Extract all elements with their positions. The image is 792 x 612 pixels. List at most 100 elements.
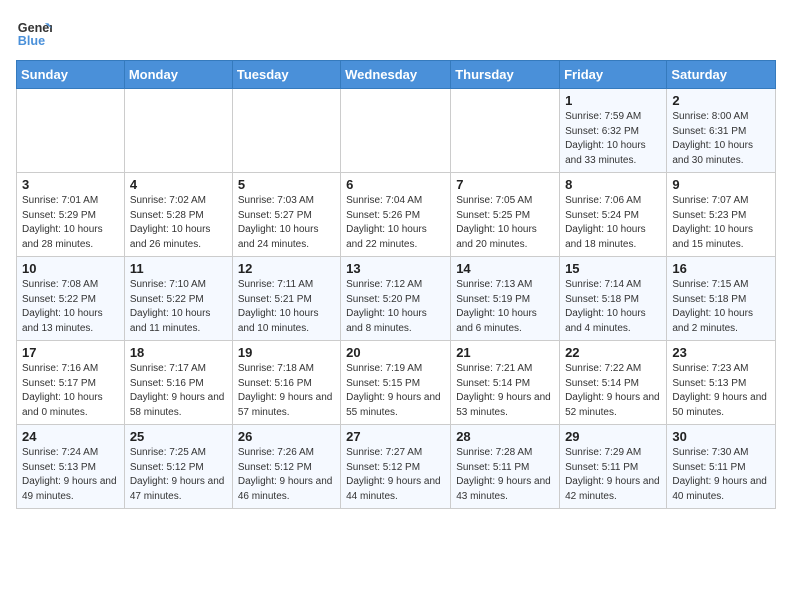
day-number: 3 (22, 177, 119, 192)
calendar-cell: 1 Sunrise: 7:59 AM Sunset: 6:32 PM Daylig… (560, 89, 667, 173)
day-info: Sunrise: 7:15 AM Sunset: 5:18 PM Dayligh… (672, 278, 770, 336)
calendar-cell: 22 Sunrise: 7:22 AM Sunset: 5:14 PM Dayli… (560, 341, 667, 425)
day-info: Sunrise: 8:00 AM Sunset: 6:31 PM Dayligh… (672, 110, 770, 168)
day-info: Sunrise: 7:06 AM Sunset: 5:24 PM Dayligh… (565, 194, 661, 252)
day-info: Sunrise: 7:10 AM Sunset: 5:22 PM Dayligh… (130, 278, 227, 336)
calendar: SundayMondayTuesdayWednesdayThursdayFrid… (16, 60, 776, 509)
calendar-cell (124, 89, 232, 173)
calendar-cell: 24 Sunrise: 7:24 AM Sunset: 5:13 PM Dayli… (17, 425, 125, 509)
day-number: 6 (346, 177, 445, 192)
calendar-cell: 8 Sunrise: 7:06 AM Sunset: 5:24 PM Daylig… (560, 173, 667, 257)
day-number: 11 (130, 261, 227, 276)
calendar-cell: 21Sunrise: 7:21 AM Sunset: 5:14 PM Dayli… (451, 341, 560, 425)
calendar-cell: 20 Sunrise: 7:19 AM Sunset: 5:15 PM Dayli… (341, 341, 451, 425)
day-number: 14 (456, 261, 554, 276)
calendar-cell: 10 Sunrise: 7:08 AM Sunset: 5:22 PM Dayli… (17, 257, 125, 341)
calendar-cell: 9Sunrise: 7:07 AM Sunset: 5:23 PM Daylig… (667, 173, 776, 257)
day-info: Sunrise: 7:04 AM Sunset: 5:26 PM Dayligh… (346, 194, 445, 252)
calendar-cell: 29 Sunrise: 7:29 AM Sunset: 5:11 PM Dayli… (560, 425, 667, 509)
calendar-cell: 30 Sunrise: 7:30 AM Sunset: 5:11 PM Dayli… (667, 425, 776, 509)
day-info: Sunrise: 7:12 AM Sunset: 5:20 PM Dayligh… (346, 278, 445, 336)
calendar-cell (341, 89, 451, 173)
logo: General Blue (16, 16, 52, 52)
day-info: Sunrise: 7:13 AM Sunset: 5:19 PM Dayligh… (456, 278, 554, 336)
day-info: Sunrise: 7:28 AM Sunset: 5:11 PM Dayligh… (456, 446, 554, 504)
day-number: 29 (565, 429, 661, 444)
day-number: 8 (565, 177, 661, 192)
calendar-cell: 18Sunrise: 7:17 AM Sunset: 5:16 PM Dayli… (124, 341, 232, 425)
day-info: Sunrise: 7:19 AM Sunset: 5:15 PM Dayligh… (346, 362, 445, 420)
day-number: 24 (22, 429, 119, 444)
logo-icon: General Blue (16, 16, 52, 52)
day-number: 4 (130, 177, 227, 192)
calendar-week-row: 1 Sunrise: 7:59 AM Sunset: 6:32 PM Daylig… (17, 89, 776, 173)
day-number: 16 (672, 261, 770, 276)
day-number: 27 (346, 429, 445, 444)
day-info: Sunrise: 7:30 AM Sunset: 5:11 PM Dayligh… (672, 446, 770, 504)
calendar-cell: 3 Sunrise: 7:01 AM Sunset: 5:29 PM Daylig… (17, 173, 125, 257)
header: General Blue (16, 16, 776, 52)
day-info: Sunrise: 7:03 AM Sunset: 5:27 PM Dayligh… (238, 194, 335, 252)
day-info: Sunrise: 7:08 AM Sunset: 5:22 PM Dayligh… (22, 278, 119, 336)
day-number: 10 (22, 261, 119, 276)
day-info: Sunrise: 7:27 AM Sunset: 5:12 PM Dayligh… (346, 446, 445, 504)
day-info: Sunrise: 7:59 AM Sunset: 6:32 PM Dayligh… (565, 110, 661, 168)
calendar-cell: 27 Sunrise: 7:27 AM Sunset: 5:12 PM Dayli… (341, 425, 451, 509)
day-of-week-header: Monday (124, 61, 232, 89)
day-number: 26 (238, 429, 335, 444)
day-number: 5 (238, 177, 335, 192)
calendar-week-row: 3 Sunrise: 7:01 AM Sunset: 5:29 PM Daylig… (17, 173, 776, 257)
calendar-cell: 16 Sunrise: 7:15 AM Sunset: 5:18 PM Dayli… (667, 257, 776, 341)
day-number: 19 (238, 345, 335, 360)
calendar-cell: 25Sunrise: 7:25 AM Sunset: 5:12 PM Dayli… (124, 425, 232, 509)
calendar-cell: 14 Sunrise: 7:13 AM Sunset: 5:19 PM Dayli… (451, 257, 560, 341)
day-of-week-header: Friday (560, 61, 667, 89)
day-number: 22 (565, 345, 661, 360)
day-number: 25 (130, 429, 227, 444)
calendar-cell (451, 89, 560, 173)
day-of-week-header: Tuesday (232, 61, 340, 89)
calendar-cell: 28 Sunrise: 7:28 AM Sunset: 5:11 PM Dayli… (451, 425, 560, 509)
day-number: 23 (672, 345, 770, 360)
calendar-cell: 13 Sunrise: 7:12 AM Sunset: 5:20 PM Dayli… (341, 257, 451, 341)
day-of-week-header: Saturday (667, 61, 776, 89)
day-number: 15 (565, 261, 661, 276)
day-info: Sunrise: 7:23 AM Sunset: 5:13 PM Dayligh… (672, 362, 770, 420)
day-info: Sunrise: 7:22 AM Sunset: 5:14 PM Dayligh… (565, 362, 661, 420)
day-number: 20 (346, 345, 445, 360)
day-of-week-header: Thursday (451, 61, 560, 89)
day-info: Sunrise: 7:29 AM Sunset: 5:11 PM Dayligh… (565, 446, 661, 504)
day-number: 30 (672, 429, 770, 444)
day-number: 13 (346, 261, 445, 276)
day-info: Sunrise: 7:07 AM Sunset: 5:23 PM Dayligh… (672, 194, 770, 252)
day-of-week-header: Sunday (17, 61, 125, 89)
day-info: Sunrise: 7:16 AM Sunset: 5:17 PM Dayligh… (22, 362, 119, 420)
day-number: 12 (238, 261, 335, 276)
calendar-cell (17, 89, 125, 173)
calendar-week-row: 24 Sunrise: 7:24 AM Sunset: 5:13 PM Dayli… (17, 425, 776, 509)
calendar-cell: 26 Sunrise: 7:26 AM Sunset: 5:12 PM Dayli… (232, 425, 340, 509)
calendar-cell: 12 Sunrise: 7:11 AM Sunset: 5:21 PM Dayli… (232, 257, 340, 341)
calendar-cell: 6 Sunrise: 7:04 AM Sunset: 5:26 PM Daylig… (341, 173, 451, 257)
day-info: Sunrise: 7:26 AM Sunset: 5:12 PM Dayligh… (238, 446, 335, 504)
day-info: Sunrise: 7:17 AM Sunset: 5:16 PM Dayligh… (130, 362, 227, 420)
day-number: 21 (456, 345, 554, 360)
calendar-cell: 5 Sunrise: 7:03 AM Sunset: 5:27 PM Daylig… (232, 173, 340, 257)
day-info: Sunrise: 7:24 AM Sunset: 5:13 PM Dayligh… (22, 446, 119, 504)
day-number: 17 (22, 345, 119, 360)
day-number: 1 (565, 93, 661, 108)
day-info: Sunrise: 7:11 AM Sunset: 5:21 PM Dayligh… (238, 278, 335, 336)
day-number: 7 (456, 177, 554, 192)
calendar-cell: 17 Sunrise: 7:16 AM Sunset: 5:17 PM Dayli… (17, 341, 125, 425)
day-info: Sunrise: 7:01 AM Sunset: 5:29 PM Dayligh… (22, 194, 119, 252)
calendar-cell: 23 Sunrise: 7:23 AM Sunset: 5:13 PM Dayli… (667, 341, 776, 425)
calendar-week-row: 10 Sunrise: 7:08 AM Sunset: 5:22 PM Dayli… (17, 257, 776, 341)
calendar-cell: 4Sunrise: 7:02 AM Sunset: 5:28 PM Daylig… (124, 173, 232, 257)
calendar-cell: 2Sunrise: 8:00 AM Sunset: 6:31 PM Daylig… (667, 89, 776, 173)
calendar-cell: 7Sunrise: 7:05 AM Sunset: 5:25 PM Daylig… (451, 173, 560, 257)
calendar-header-row: SundayMondayTuesdayWednesdayThursdayFrid… (17, 61, 776, 89)
day-number: 28 (456, 429, 554, 444)
calendar-cell: 11 Sunrise: 7:10 AM Sunset: 5:22 PM Dayli… (124, 257, 232, 341)
day-info: Sunrise: 7:14 AM Sunset: 5:18 PM Dayligh… (565, 278, 661, 336)
calendar-cell (232, 89, 340, 173)
